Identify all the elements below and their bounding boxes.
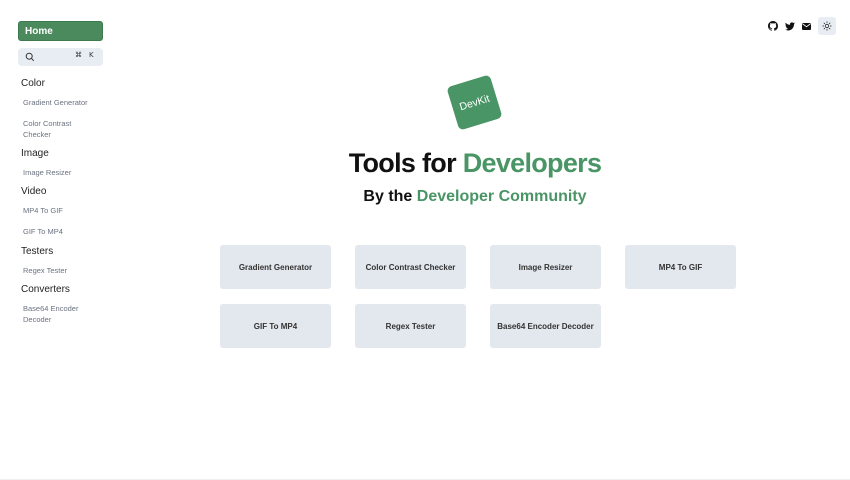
sidebar-group-color: Color xyxy=(18,78,45,89)
tool-card-color-contrast-checker[interactable]: Color Contrast Checker xyxy=(355,245,466,289)
tool-card-image-resizer[interactable]: Image Resizer xyxy=(490,245,601,289)
sidebar-item-regex-tester[interactable]: Regex Tester xyxy=(23,266,67,277)
title-plain-text: Tools for xyxy=(348,148,463,178)
tool-card-gif-to-mp4[interactable]: GIF To MP4 xyxy=(220,304,331,348)
github-icon[interactable] xyxy=(767,20,779,32)
sidebar-group-title: Testers xyxy=(21,246,54,257)
shortcut-k-key: K xyxy=(89,51,94,59)
subtitle-accent-text: Developer Community xyxy=(416,188,587,205)
tool-card-mp4-to-gif[interactable]: MP4 To GIF xyxy=(625,245,736,289)
tool-card-regex-tester[interactable]: Regex Tester xyxy=(355,304,466,348)
sidebar-item-mp4-to-gif[interactable]: MP4 To GIF xyxy=(23,206,63,217)
home-button[interactable]: Home xyxy=(18,21,103,41)
search-input[interactable]: ⌘ K xyxy=(18,48,103,66)
sidebar: Home ⌘ K Color Gradient Generator Color … xyxy=(18,21,103,324)
page-title: Tools for Developers xyxy=(0,148,850,179)
title-accent-text: Developers xyxy=(462,148,602,178)
page-subtitle: By the Developer Community xyxy=(0,188,850,206)
tool-card-gradient-generator[interactable]: Gradient Generator xyxy=(220,245,331,289)
sidebar-item-gif-to-mp4[interactable]: GIF To MP4 xyxy=(23,227,63,238)
devkit-logo: DevKit xyxy=(446,74,503,131)
shortcut-cmd-key: ⌘ xyxy=(75,51,82,59)
subtitle-plain-text: By the xyxy=(363,188,417,205)
header-icon-bar xyxy=(763,17,836,35)
sidebar-group-title: Converters xyxy=(21,284,70,295)
sidebar-item-color-contrast-checker[interactable]: Color Contrast Checker xyxy=(23,119,93,140)
sun-icon xyxy=(822,21,832,31)
mail-icon[interactable] xyxy=(800,20,812,32)
sidebar-item-base64-encoder-decoder[interactable]: Base64 Encoder Decoder xyxy=(23,304,93,325)
twitter-icon[interactable] xyxy=(784,20,796,32)
tool-card-base64-encoder-decoder[interactable]: Base64 Encoder Decoder xyxy=(490,304,601,348)
search-icon xyxy=(25,52,35,62)
sidebar-item-gradient-generator[interactable]: Gradient Generator xyxy=(23,98,88,109)
theme-toggle-button[interactable] xyxy=(818,17,836,35)
sidebar-group-title: Color xyxy=(21,78,45,89)
